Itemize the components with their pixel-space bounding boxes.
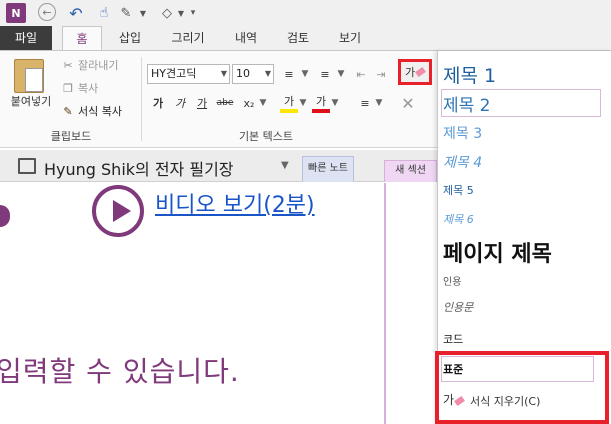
font-name-value: HY견고딕 (151, 67, 197, 80)
pen-icon[interactable]: ✎ (116, 3, 136, 23)
style-heading-2[interactable]: 제목 2 (443, 91, 491, 116)
page-marker (0, 205, 10, 227)
chevron-down-icon[interactable]: ▼ (374, 93, 384, 113)
copy-label: 복사 (78, 82, 99, 95)
numbering-icon: ≡ (320, 67, 330, 81)
chevron-down-icon[interactable]: ▼ (300, 64, 310, 84)
styles-gallery: 제목 1 제목 2 제목 3 제목 4 제목 5 제목 6 페이지 제목 인용 … (435, 51, 611, 424)
onenote-icon: N (6, 3, 26, 23)
group-divider (141, 57, 142, 141)
paste-button[interactable]: 붙여넣기 (4, 93, 58, 109)
style-citation[interactable]: 인용 (443, 273, 461, 288)
font-color-button[interactable]: 가 (312, 93, 330, 113)
body-text: 입력할 수 있습니다. (0, 355, 240, 388)
highlight-button[interactable]: 가 (280, 93, 298, 113)
play-icon[interactable] (92, 185, 144, 237)
brush-icon: ✎ (63, 104, 73, 118)
tab-history[interactable]: 내역 (228, 26, 264, 50)
style-heading-1[interactable]: 제목 1 (443, 61, 496, 88)
align-button[interactable]: ≡ (356, 93, 374, 113)
tab-file[interactable]: 파일 (0, 26, 52, 50)
tab-review[interactable]: 검토 (280, 26, 316, 50)
eraser-glyph: 가 (443, 393, 455, 407)
tab-view[interactable]: 보기 (332, 26, 368, 50)
notebook-bar: Hyung Shik의 전자 필기장 ▼ (0, 150, 437, 182)
undo-icon[interactable]: ↶ (66, 3, 86, 23)
cut-label: 잘라내기 (78, 59, 119, 72)
strikethrough-button[interactable]: abe (214, 93, 236, 113)
shape-icon[interactable]: ◇ (158, 3, 176, 23)
close-icon: ✕ (401, 93, 415, 113)
align-icon: ≡ (360, 96, 370, 110)
chevron-down-icon[interactable]: ▼ (138, 3, 148, 23)
copy-icon: ❐ (63, 81, 73, 95)
outdent-icon: ⇤ (356, 67, 366, 81)
style-heading-3[interactable]: 제목 3 (443, 123, 482, 143)
indent-icon: ⇥ (376, 67, 386, 81)
chevron-down-icon[interactable]: ▼ (281, 160, 289, 171)
subscript-button[interactable]: x₂ (240, 93, 258, 113)
style-heading-5[interactable]: 제목 5 (443, 182, 474, 198)
section-border (384, 183, 386, 424)
style-heading-4[interactable]: 제목 4 (443, 152, 482, 172)
chevron-down-icon[interactable]: ▼ (336, 64, 346, 84)
basic-text-group-label: 기본 텍스트 (238, 130, 294, 143)
style-code[interactable]: 코드 (443, 331, 463, 347)
section-tab-quick-notes[interactable]: 빠른 노트 (302, 156, 354, 182)
video-link[interactable]: 비디오 보기(2분) (155, 187, 315, 219)
chevron-down-icon[interactable]: ▼ (176, 3, 186, 23)
copy-button[interactable]: ❐ 복사 (60, 79, 98, 97)
chevron-down-icon[interactable]: ▼ (330, 93, 340, 113)
decrease-indent-button[interactable]: ⇤ (352, 64, 370, 84)
clear-formatting-button[interactable]: 가 (398, 59, 432, 85)
section-tab-new[interactable]: 새 섹션 (384, 160, 437, 182)
touch-mode-icon[interactable]: ☝ (96, 3, 112, 23)
bullets-icon: ≡ (284, 67, 294, 81)
chevron-down-icon[interactable]: ▼ (258, 93, 268, 113)
ribbon-tabs: 파일 홈 삽입 그리기 내역 검토 보기 (0, 26, 611, 51)
clear-formatting-menu-item[interactable]: 서식 지우기(C) (470, 393, 540, 409)
eraser-mark (415, 66, 426, 78)
scissors-icon: ✂ (63, 58, 73, 72)
chevron-down-icon: ▼ (220, 69, 227, 78)
style-heading-6[interactable]: 제목 6 (443, 211, 474, 227)
customize-icon[interactable]: ▾ (188, 3, 198, 23)
bold-button[interactable]: 가 (150, 93, 166, 113)
back-icon[interactable]: ← (38, 3, 56, 21)
font-name-select[interactable]: HY견고딕 ▼ (147, 64, 230, 84)
italic-button[interactable]: 가 (172, 93, 188, 113)
eraser-icon: 가 (443, 391, 465, 408)
chevron-down-icon: ▼ (264, 69, 271, 78)
tab-insert[interactable]: 삽입 (110, 26, 150, 50)
quick-access-toolbar: N ← ↶ ☝ ✎ ▼ ◇ ▼ ▾ (0, 0, 611, 26)
style-quote[interactable]: 인용문 (443, 299, 473, 315)
cut-button[interactable]: ✂ 잘라내기 (60, 56, 118, 74)
font-size-select[interactable]: 10 ▼ (232, 64, 274, 84)
notebook-title[interactable]: Hyung Shik의 전자 필기장 (44, 156, 234, 180)
bullets-button[interactable]: ≡ (278, 64, 300, 84)
increase-indent-button[interactable]: ⇥ (372, 64, 390, 84)
format-painter-button[interactable]: ✎ 서식 복사 (60, 102, 122, 120)
page-canvas[interactable]: 비디오 보기(2분) 입력할 수 있습니다. (0, 183, 437, 424)
eraser-mark (454, 395, 465, 407)
tab-home[interactable]: 홈 (62, 26, 102, 51)
paste-icon[interactable] (14, 59, 44, 93)
clipboard-group-label: 클립보드 (50, 130, 92, 143)
style-selected-box (441, 356, 594, 382)
style-page-title[interactable]: 페이지 제목 (443, 236, 552, 268)
tab-draw[interactable]: 그리기 (164, 26, 212, 50)
underline-button[interactable]: 가 (194, 93, 210, 113)
style-normal[interactable]: 표준 (443, 361, 463, 377)
delete-button[interactable]: ✕ (398, 93, 418, 113)
notebook-icon[interactable] (18, 158, 36, 174)
font-size-value: 10 (236, 67, 250, 80)
numbering-button[interactable]: ≡ (314, 64, 336, 84)
format-painter-label: 서식 복사 (78, 105, 122, 118)
eraser-icon: 가 (404, 66, 416, 79)
chevron-down-icon[interactable]: ▼ (298, 93, 308, 113)
